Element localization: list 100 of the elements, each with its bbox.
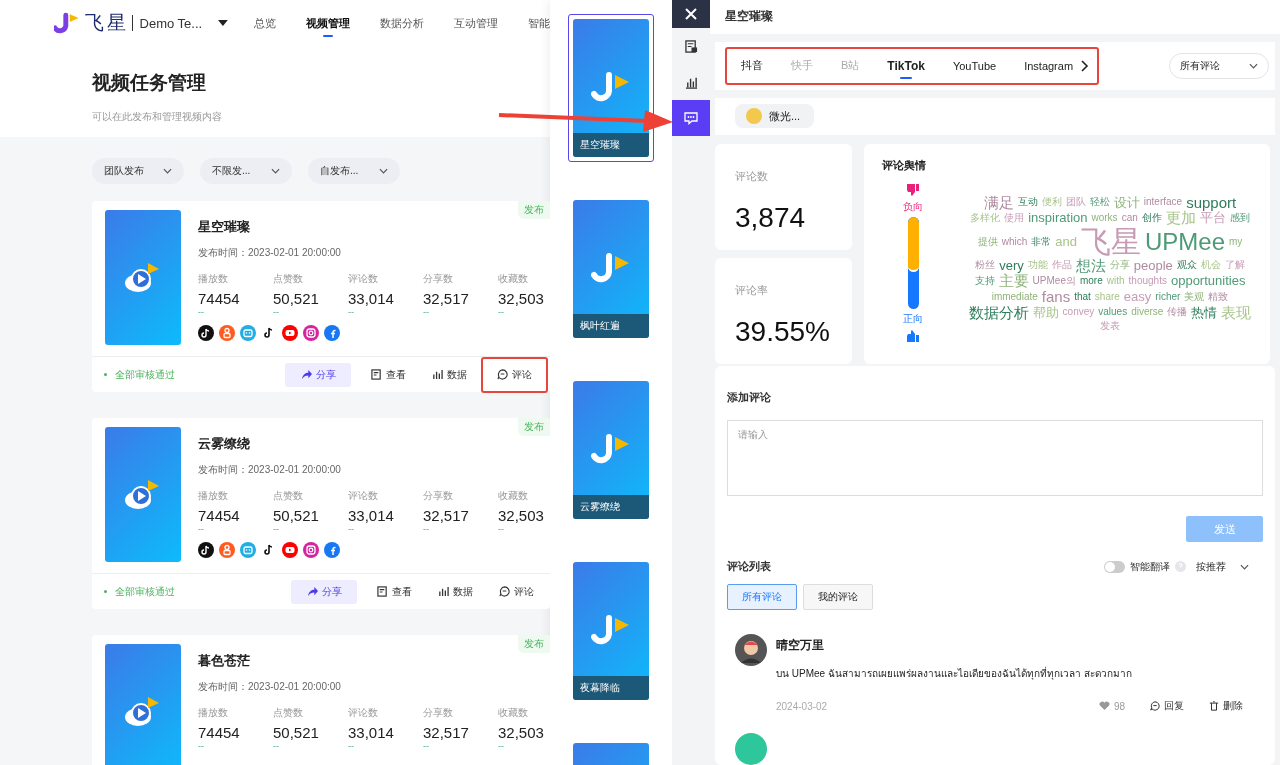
publish-time: 发布时间：2023-02-01 20:00:00 — [198, 463, 342, 477]
comment-input-field[interactable]: 请输入 — [727, 420, 1263, 496]
stat-label: 点赞数 — [273, 706, 304, 720]
comment-button[interactable]: 评论 — [487, 579, 546, 604]
tv-icon — [240, 325, 256, 341]
delete-button[interactable]: 删除 — [1209, 699, 1243, 713]
word-cloud-word: 轻松 — [1089, 197, 1110, 208]
stat-trend: -- — [273, 525, 280, 534]
word-cloud-word: immediate — [991, 291, 1038, 303]
thumbs-down-icon — [906, 182, 920, 197]
nav-tab[interactable]: 视频管理 — [306, 9, 350, 37]
stat-trend: -- — [198, 525, 205, 534]
filter-dropdown[interactable]: 团队发布 — [92, 158, 184, 184]
chevron-right-icon[interactable] — [1081, 59, 1090, 72]
word-cloud-word: 飞星 — [1080, 226, 1141, 258]
stat-value: 50,521 — [273, 290, 320, 307]
data-button[interactable]: 数据 — [426, 579, 485, 604]
word-cloud-word: which — [1001, 236, 1028, 248]
comment-icon — [1150, 701, 1160, 711]
chevron-down-icon — [379, 168, 388, 174]
stat-value: 32,517 — [423, 290, 470, 307]
view-button[interactable]: 查看 — [359, 362, 418, 387]
close-icon — [685, 8, 697, 20]
word-cloud-word: that — [1074, 291, 1091, 303]
close-button[interactable] — [672, 0, 710, 28]
share-arrow-icon — [306, 586, 318, 597]
stat-trend: -- — [423, 742, 430, 751]
platform-tab[interactable]: YouTube — [952, 55, 997, 76]
word-cloud-word: share — [1094, 291, 1120, 303]
help-icon — [1175, 561, 1186, 572]
stat-trend: -- — [498, 525, 505, 534]
word-cloud-word: 平台 — [1199, 211, 1226, 225]
thumbnail-title: 枫叶红遍 — [573, 314, 649, 338]
word-cloud-word: 多样化 — [970, 212, 1001, 224]
stat-value: 33,014 — [348, 507, 395, 524]
music-note-icon — [198, 542, 214, 558]
stat-value: 33,014 — [348, 290, 395, 307]
filter-dropdown[interactable]: 自发布... — [308, 158, 400, 184]
stat-label: 点赞数 — [273, 489, 304, 503]
negative-label: 负向 — [903, 199, 923, 214]
share-button[interactable]: 分享 — [291, 579, 357, 604]
comment-button[interactable]: 评论 — [481, 356, 548, 393]
word-cloud-word: 了解 — [1224, 260, 1245, 271]
comment-filter-tab[interactable]: 所有评论 — [727, 584, 797, 610]
comment-tab-icon[interactable] — [672, 100, 710, 136]
word-cloud-word: richer — [1155, 291, 1181, 303]
word-cloud-word: UPMee의 — [1032, 275, 1076, 287]
view-button[interactable]: 查看 — [365, 579, 424, 604]
word-cloud-word: values — [1098, 307, 1128, 318]
comment-icon — [497, 369, 508, 380]
data-button[interactable]: 数据 — [420, 362, 479, 387]
nav-tab[interactable]: 总览 — [254, 9, 276, 37]
word-cloud-word: my — [1229, 236, 1243, 248]
caret-icon[interactable] — [218, 20, 228, 26]
share-button[interactable]: 分享 — [285, 362, 351, 387]
stat-value: 32,503 — [498, 507, 545, 524]
logo-icon — [54, 12, 80, 34]
bar-chart-icon — [438, 586, 449, 597]
nav-tab[interactable]: 互动管理 — [454, 9, 498, 37]
stat-value: 50,521 — [273, 507, 320, 524]
video-title: 云雾缭绕 — [198, 435, 251, 453]
thumbnail-item[interactable]: 星空璀璨 — [568, 14, 654, 162]
stat-label: 收藏数 — [498, 489, 529, 503]
review-status: 全部审核通过 — [104, 367, 285, 382]
word-cloud-word: easy — [1123, 290, 1152, 304]
chevron-down-icon — [163, 168, 172, 174]
word-cloud-word: 粉丝 — [975, 260, 996, 271]
stat-trend: -- — [273, 742, 280, 751]
account-chip[interactable]: 微光... — [735, 104, 815, 129]
stat-label: 评论数 — [348, 706, 379, 720]
stat-value: 50,521 — [273, 724, 320, 741]
word-cloud-word: 提供 — [977, 236, 998, 248]
filter-dropdown[interactable]: 不限发... — [200, 158, 292, 184]
word-cloud-word: 精致 — [1208, 291, 1229, 303]
tv-icon — [240, 542, 256, 558]
nav-tab[interactable]: 数据分析 — [380, 9, 424, 37]
nav-tab[interactable]: 智能 — [528, 9, 550, 37]
platform-tab[interactable]: 抖音 — [741, 54, 763, 78]
reply-button[interactable]: 回复 — [1150, 699, 1184, 713]
platform-tab[interactable]: Instagram — [1024, 55, 1074, 76]
publish-time: 发布时间：2023-02-01 20:00:00 — [198, 680, 342, 694]
stat-trend: -- — [498, 742, 505, 751]
comment-filter-tab[interactable]: 我的评论 — [803, 584, 873, 610]
document-icon — [371, 369, 382, 380]
stat-trend: -- — [348, 525, 355, 534]
stat-label: 评论数 — [348, 272, 379, 286]
word-cloud-word: 互动 — [1017, 197, 1038, 208]
translate-toggle[interactable] — [1104, 560, 1125, 573]
word-cloud-word: people — [1133, 258, 1173, 273]
word-cloud-word: 美观 — [1184, 291, 1205, 303]
platform-tab[interactable]: TikTok — [887, 54, 925, 77]
stat-label: 收藏数 — [498, 706, 529, 720]
word-cloud-word: 表现 — [1221, 304, 1252, 321]
team-selector[interactable]: Demo Te... — [139, 15, 217, 31]
thumbs-up-icon — [906, 328, 920, 343]
sort-dropdown[interactable]: 按推荐 — [1196, 559, 1249, 574]
stat-value: 32,503 — [498, 290, 545, 307]
comment-date: 2024-03-02 — [776, 700, 828, 712]
word-cloud-word: 作品 — [1051, 260, 1072, 271]
stat-value: 3,874 — [735, 201, 807, 234]
